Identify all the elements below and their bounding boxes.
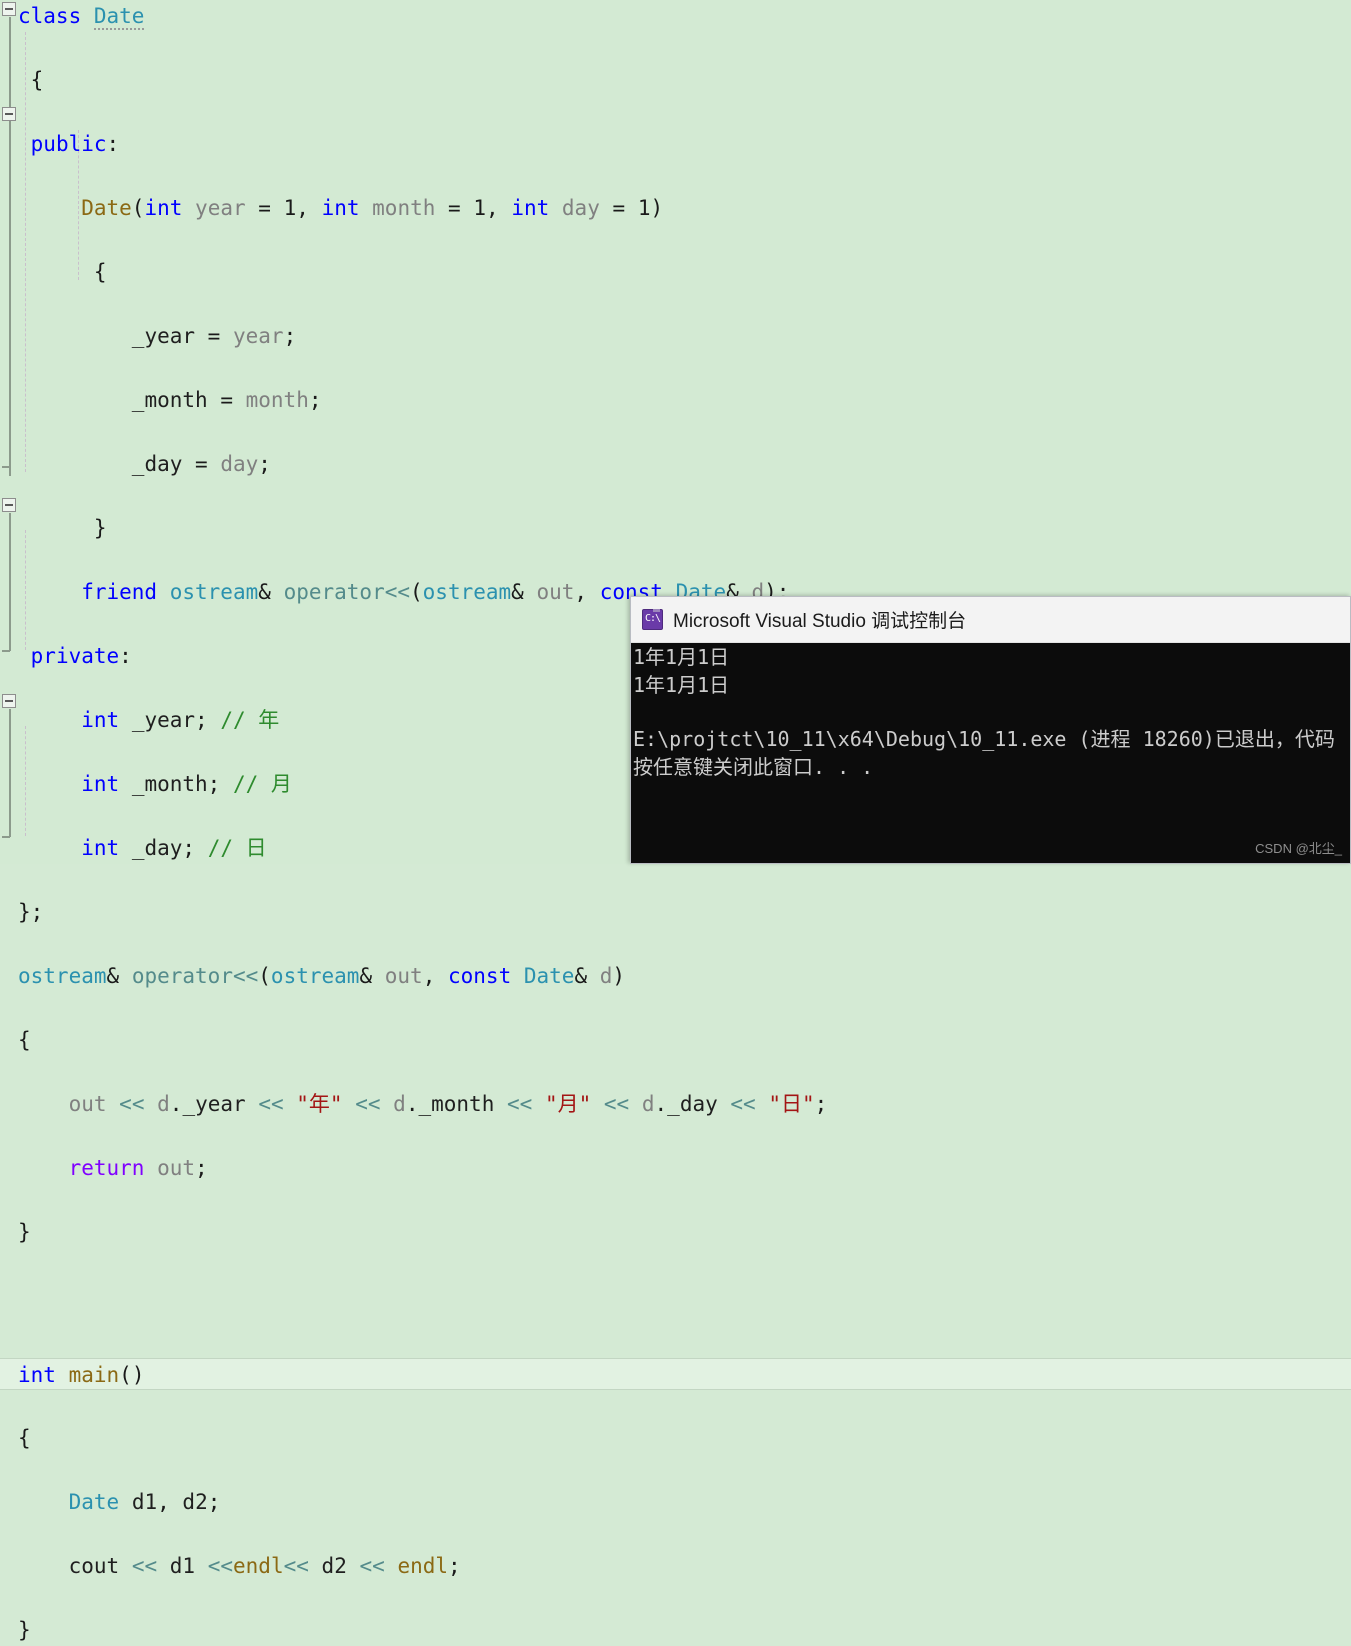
console-output-line: E:\projtct\10_11\x64\Debug\10_11.exe (进程…: [633, 727, 1335, 751]
code-line-6[interactable]: _year = year;: [0, 320, 1351, 352]
code-line-5[interactable]: {: [0, 256, 1351, 288]
code-line-9[interactable]: }: [0, 512, 1351, 544]
code-line-24[interactable]: Date d1, d2;: [0, 1486, 1351, 1518]
console-output-line: 按任意键关闭此窗口. . .: [633, 755, 874, 779]
code-line-16[interactable]: ostream& operator<<(ostream& out, const …: [0, 960, 1351, 992]
console-title-text: Microsoft Visual Studio 调试控制台: [673, 611, 967, 632]
console-titlebar[interactable]: C:\ Microsoft Visual Studio 调试控制台: [631, 597, 1350, 643]
code-line-18[interactable]: out << d._year << "年" << d._month << "月"…: [0, 1088, 1351, 1120]
console-window[interactable]: C:\ Microsoft Visual Studio 调试控制台 1年1月1日…: [630, 596, 1351, 864]
code-line-22-current[interactable]: int main(): [0, 1358, 1351, 1390]
code-line-19[interactable]: return out;: [0, 1152, 1351, 1184]
console-output-line: 1年1月1日: [633, 673, 730, 697]
screenshot-root: class Date { public: Date(int year = 1, …: [0, 0, 1351, 1642]
command-prompt-icon: C:\: [642, 609, 663, 630]
console-output[interactable]: 1年1月1日 1年1月1日 E:\projtct\10_11\x64\Debug…: [631, 643, 1350, 863]
console-output-line: 1年1月1日: [633, 645, 730, 669]
code-line-26[interactable]: }: [0, 1614, 1351, 1646]
code-line-25[interactable]: cout << d1 <<endl<< d2 << endl;: [0, 1550, 1351, 1582]
code-line-20[interactable]: }: [0, 1216, 1351, 1248]
code-line-23[interactable]: {: [0, 1422, 1351, 1454]
code-line-2[interactable]: {: [0, 64, 1351, 96]
code-line-3[interactable]: public:: [0, 128, 1351, 160]
code-line-1[interactable]: class Date: [0, 0, 1351, 32]
code-line-4[interactable]: Date(int year = 1, int month = 1, int da…: [0, 192, 1351, 224]
csdn-watermark: CSDN @北尘_: [1255, 841, 1342, 856]
code-line-17[interactable]: {: [0, 1024, 1351, 1056]
code-line-15[interactable]: };: [0, 896, 1351, 928]
code-line-8[interactable]: _day = day;: [0, 448, 1351, 480]
code-line-21[interactable]: [0, 1280, 1351, 1312]
code-line-7[interactable]: _month = month;: [0, 384, 1351, 416]
